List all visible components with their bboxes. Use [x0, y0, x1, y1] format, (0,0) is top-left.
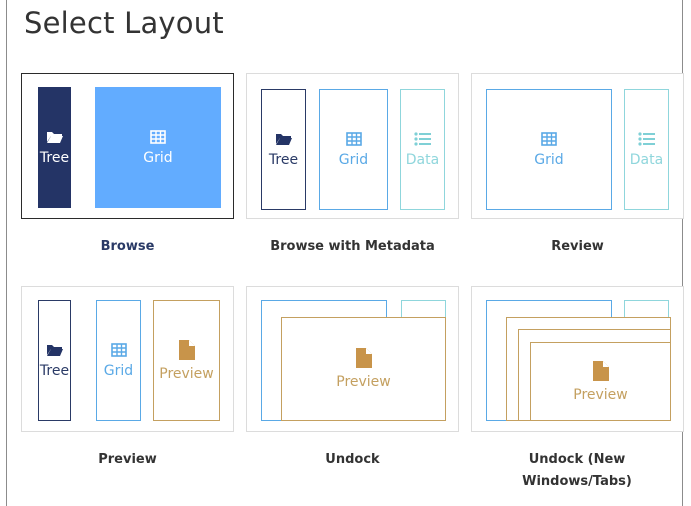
folder-icon — [275, 132, 293, 146]
tree-label: Tree — [39, 362, 70, 379]
layout-label-browse-with-metadata: Browse with Metadata — [270, 239, 435, 254]
layout-label-browse: Browse — [100, 239, 155, 254]
layout-option-browse[interactable]: Tree Grid — [21, 73, 234, 219]
data-label: Data — [405, 151, 440, 168]
table-icon — [110, 342, 127, 357]
tree-label: Tree — [268, 151, 299, 168]
tree-pane: Tree — [261, 89, 306, 210]
table-icon — [345, 131, 362, 146]
grid-pane: Grid — [95, 87, 221, 208]
document-icon — [178, 339, 195, 360]
preview-label: Preview — [573, 386, 628, 403]
page-title: Select Layout — [24, 6, 224, 40]
grid-label: Grid — [103, 362, 134, 379]
folder-icon — [46, 343, 64, 357]
list-icon — [637, 131, 656, 146]
grid-label: Grid — [338, 151, 369, 168]
preview-window: Preview — [281, 317, 446, 421]
layout-label-review: Review — [551, 239, 604, 254]
data-pane: Data — [400, 89, 445, 210]
data-label: Data — [629, 151, 664, 168]
grid-pane: Grid — [486, 89, 612, 210]
preview-window-front: Preview — [530, 342, 671, 421]
document-icon — [355, 348, 372, 368]
layout-option-undock[interactable]: Preview — [246, 286, 459, 432]
layout-option-preview[interactable]: Tree Grid Preview — [21, 286, 234, 432]
tree-label: Tree — [39, 149, 70, 166]
tree-pane: Tree — [38, 87, 71, 208]
layout-label-undock-new-windows-tabs: Undock (New Windows/Tabs) — [522, 452, 632, 489]
grid-pane: Grid — [319, 89, 388, 210]
grid-label: Grid — [534, 151, 564, 168]
table-icon — [541, 131, 557, 146]
layout-label-undock: Undock — [325, 452, 380, 467]
preview-label: Preview — [336, 374, 391, 390]
preview-pane: Preview — [153, 300, 220, 421]
grid-pane: Grid — [96, 300, 141, 421]
data-pane: Data — [624, 89, 669, 210]
layout-option-review[interactable]: Grid Data — [471, 73, 684, 219]
layout-option-undock-new-windows-tabs[interactable]: Preview — [471, 286, 684, 432]
folder-icon — [46, 130, 64, 144]
layout-option-browse-with-metadata[interactable]: Tree Grid Data — [246, 73, 459, 219]
grid-label: Grid — [143, 149, 173, 166]
tree-pane: Tree — [38, 300, 71, 421]
table-icon — [150, 129, 166, 144]
layout-label-preview: Preview — [98, 452, 157, 467]
preview-label: Preview — [159, 365, 214, 382]
document-icon — [592, 360, 609, 381]
list-icon — [413, 131, 432, 146]
